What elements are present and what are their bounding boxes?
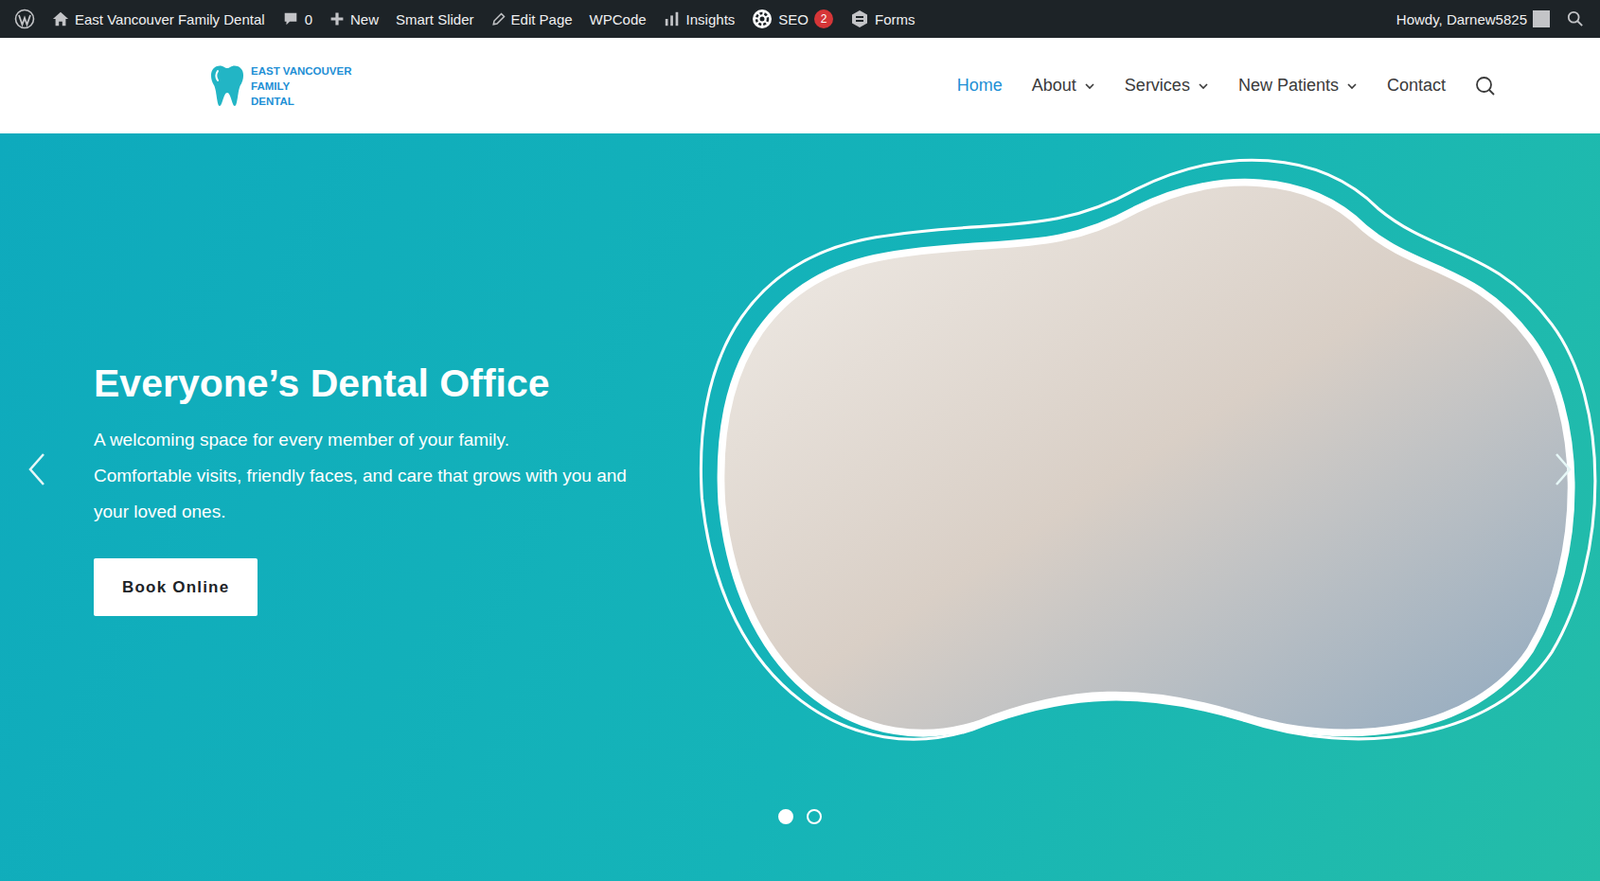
chevron-down-icon — [1197, 80, 1209, 92]
logo-text: EAST VANCOUVERFAMILYDENTAL — [250, 63, 353, 109]
main-nav: Home About Services New Patients Contact — [957, 75, 1496, 97]
adminbar-label: East Vancouver Family Dental — [74, 11, 266, 28]
nav-label: Contact — [1386, 75, 1446, 96]
adminbar-item[interactable]: Smart Slider — [387, 0, 483, 38]
pencil-icon — [491, 12, 506, 27]
adminbar-label: Smart Slider — [395, 11, 475, 28]
family-photo — [680, 150, 1600, 776]
wordpress-icon — [14, 8, 36, 30]
adminbar-label: Forms — [874, 11, 916, 28]
account-menu[interactable]: Howdy, Darnew5825 — [1387, 0, 1559, 38]
hero-slider: Everyone’s Dental Office A welcoming spac… — [0, 133, 1600, 881]
site-header: EAST VANCOUVERFAMILYDENTAL Home About Servi… — [0, 37, 1600, 134]
comment-icon — [282, 10, 300, 28]
chevron-down-icon — [1346, 80, 1358, 92]
adminbar-item[interactable]: East Vancouver Family Dental — [43, 0, 274, 38]
nav-label: Services — [1124, 75, 1191, 96]
notification-badge: 2 — [814, 9, 834, 29]
adminbar-label: New — [350, 11, 379, 28]
wordpress-menu[interactable] — [5, 0, 44, 38]
adminbar-label: Insights — [686, 11, 736, 28]
nav-label: About — [1031, 75, 1077, 96]
logo-line: DENTAL — [250, 93, 353, 109]
nav-item[interactable]: Contact — [1386, 75, 1446, 96]
adminbar-item[interactable]: New — [320, 0, 388, 38]
hero-description: Comfortable visits, friendly faces, and … — [93, 458, 681, 495]
adminbar-label: 0 — [304, 11, 313, 28]
adminbar-search[interactable] — [1558, 0, 1593, 38]
nav-label: Home — [957, 75, 1003, 96]
tooth-icon — [209, 64, 246, 108]
adminbar-right: Howdy, Darnew5825 — [1387, 0, 1593, 38]
hero-title: Everyone’s Dental Office — [93, 360, 681, 408]
logo-line: FAMILY — [250, 78, 353, 94]
site-logo[interactable]: EAST VANCOUVERFAMILYDENTAL — [209, 63, 353, 109]
adminbar-item[interactable]: Edit Page — [482, 0, 582, 38]
avatar-icon — [1532, 10, 1550, 28]
nav-item[interactable]: Home — [957, 75, 1003, 96]
adminbar-item[interactable]: Forms — [841, 0, 925, 38]
chevron-down-icon — [1084, 80, 1096, 92]
home-icon — [52, 10, 70, 28]
book-online-button[interactable]: Book Online — [93, 558, 258, 617]
hero-description: A welcoming space for every member of yo… — [93, 422, 681, 459]
adminbar-item[interactable]: SEO 2 — [743, 0, 842, 38]
slide-dot[interactable] — [806, 809, 822, 825]
account-greeting: Howdy, Darnew5825 — [1396, 11, 1528, 28]
nav-search[interactable] — [1475, 75, 1496, 97]
nav-item[interactable]: New Patients — [1238, 75, 1358, 96]
nav-item[interactable]: Services — [1124, 75, 1209, 96]
adminbar-label: Edit Page — [511, 11, 573, 28]
arrow-right-icon[interactable] — [1552, 450, 1576, 489]
nav-label: New Patients — [1238, 75, 1339, 96]
adminbar-label: SEO — [778, 11, 809, 28]
slider-dots — [0, 809, 1600, 825]
slide-dot[interactable] — [778, 809, 794, 825]
forms-icon — [850, 9, 870, 29]
adminbar-left: East Vancouver Family Dental 0 New Smart Sl… — [5, 0, 925, 38]
adminbar-item[interactable]: Insights — [655, 0, 745, 38]
hero-text: Everyone’s Dental Office A welcoming spac… — [0, 360, 681, 655]
adminbar-label: WPCode — [589, 11, 647, 28]
plus-icon — [329, 11, 345, 27]
search-icon — [1566, 10, 1584, 28]
adminbar-item[interactable]: 0 — [273, 0, 321, 38]
hero-description: your loved ones. — [93, 494, 681, 531]
arrow-left-icon[interactable] — [24, 450, 48, 489]
adminbar-item[interactable]: WPCode — [581, 0, 656, 38]
chart-icon — [663, 10, 681, 28]
nav-item[interactable]: About — [1031, 75, 1096, 96]
seo-gear-icon — [751, 8, 773, 30]
logo-line: EAST VANCOUVER — [250, 63, 353, 79]
admin-bar: East Vancouver Family Dental 0 New Smart Sl… — [0, 0, 1600, 38]
search-icon[interactable] — [1475, 75, 1496, 97]
